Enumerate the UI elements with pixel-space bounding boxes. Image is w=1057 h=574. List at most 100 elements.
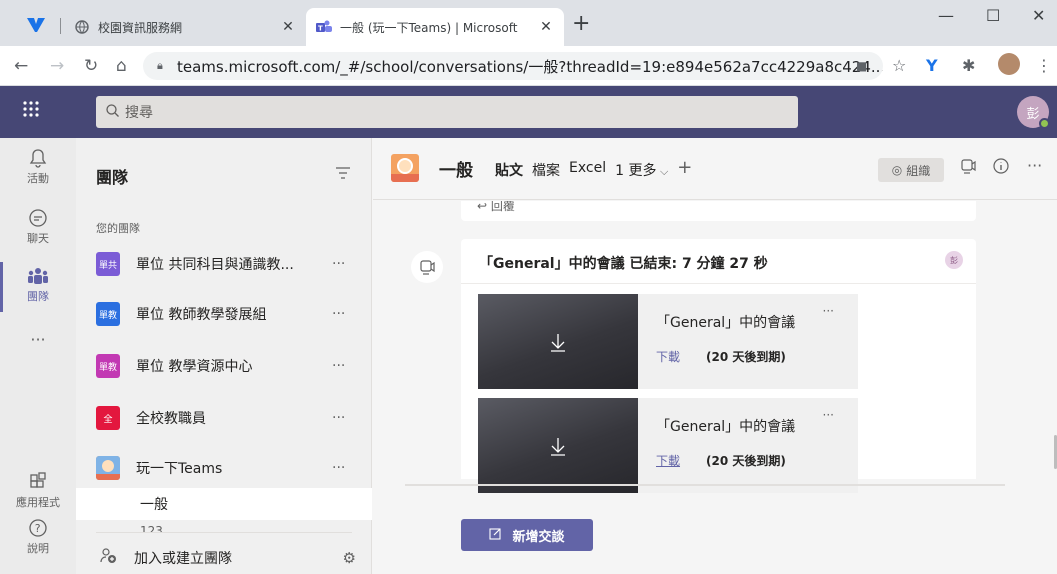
user-avatar[interactable]: 彭 (1017, 96, 1050, 129)
team-row[interactable]: 玩一下Teams ··· (76, 446, 372, 490)
recording-title: 「General」中的會議 (656, 419, 796, 435)
appbar-label: 活動 (27, 172, 49, 185)
tab-posts[interactable]: 貼文 (495, 160, 523, 180)
team-list-panel: 團隊 您的團隊 單共 單位 共同科目與通識教... ··· 單教 單位 教師教學… (76, 138, 372, 574)
join-or-create-team-button[interactable]: 加入或建立團隊 ⚙ (100, 546, 356, 570)
appbar-help[interactable]: ? 說明 (0, 518, 76, 556)
camera-icon[interactable]: ■ (856, 59, 867, 73)
reply-button[interactable]: ↩ 回覆 (477, 201, 515, 214)
browser-toolbar: ← → ↻ ⌂ 🔒︎ teams.microsoft.com/_#/school… (0, 46, 1057, 86)
info-icon[interactable] (993, 158, 1009, 178)
bookmark-star-icon[interactable]: ☆ (892, 56, 906, 75)
team-avatar: 單共 (96, 252, 120, 276)
download-arrow-icon[interactable] (478, 398, 638, 493)
download-arrow-icon[interactable] (478, 294, 638, 389)
filter-icon[interactable] (336, 164, 350, 183)
browser-tab-school[interactable]: 校園資訊服務網 ✕ (64, 8, 306, 46)
more-options-icon[interactable]: ··· (332, 460, 372, 476)
teams-icon (0, 266, 76, 288)
more-options-icon[interactable]: ··· (823, 304, 834, 318)
tab-more-label: 1 更多 (615, 163, 657, 179)
eye-icon: ◎ (891, 163, 903, 177)
appbar-apps[interactable]: 應用程式 (0, 472, 76, 510)
more-options-icon[interactable]: ··· (332, 256, 372, 272)
appbar-teams[interactable]: 團隊 (0, 266, 76, 304)
chevron-down-icon: ⌵ (656, 165, 669, 178)
more-options-icon[interactable]: ··· (332, 306, 372, 322)
recording-card[interactable]: 「General」中的會議 ··· 下載 (20 天後到期) (478, 294, 858, 389)
new-conversation-button[interactable]: 新增交談 (461, 519, 593, 551)
tab-files[interactable]: 檔案 (532, 160, 560, 180)
browser-tab-teams[interactable]: T 一般 (玩一下Teams) | Microsoft ✕ (306, 8, 564, 46)
browser-menu-icon[interactable]: ⋮ (1036, 56, 1052, 75)
maximize-icon[interactable]: ☐ (986, 6, 1000, 25)
more-icon: ··· (30, 330, 46, 349)
globe-icon (74, 19, 90, 35)
help-icon: ? (0, 518, 76, 540)
lock-icon: 🔒︎ (157, 59, 163, 72)
browser-profile-icon[interactable] (26, 16, 46, 34)
team-avatar: 單教 (96, 302, 120, 326)
channel-name: 123 (140, 524, 163, 532)
close-tab-icon[interactable]: ✕ (538, 19, 554, 35)
window-close-icon[interactable]: ✕ (1032, 6, 1045, 25)
app-launcher-icon[interactable] (18, 100, 44, 124)
appbar-activity[interactable]: 活動 (0, 148, 76, 186)
download-link[interactable]: 下載 (656, 348, 680, 365)
appbar-label: 團隊 (27, 290, 49, 303)
team-row[interactable]: 單教 單位 教學資源中心 ··· (76, 344, 372, 388)
more-options-icon[interactable]: ··· (823, 408, 834, 422)
profile-avatar-icon[interactable] (998, 53, 1020, 75)
org-button[interactable]: ◎ 組織 (878, 158, 944, 182)
avatar-initial: 彭 (1026, 106, 1040, 122)
search-icon (106, 103, 119, 121)
add-tab-icon[interactable]: + (677, 159, 692, 180)
team-row[interactable]: 全 全校教職員 ··· (76, 396, 372, 440)
svg-text:?: ? (35, 522, 41, 535)
recording-card[interactable]: 「General」中的會議 ··· 下載 (20 天後到期) (478, 398, 858, 493)
search-input[interactable]: 搜尋 (96, 96, 798, 128)
team-avatar-image (96, 456, 120, 480)
channel-item-general[interactable]: 一般 (76, 488, 372, 520)
extensions-puzzle-icon[interactable]: ✱ (962, 56, 975, 75)
extension-y-icon[interactable]: Y (926, 56, 938, 75)
gear-icon[interactable]: ⚙ (343, 549, 356, 567)
minimize-icon[interactable]: — (938, 6, 954, 25)
teams-header: 搜尋 彭 (0, 86, 1057, 138)
tab-excel[interactable]: Excel (569, 160, 606, 180)
team-name: 單位 教師教學發展組 (136, 307, 267, 323)
teams-logo-icon: T (316, 19, 332, 35)
compose-icon (489, 527, 502, 544)
search-placeholder: 搜尋 (125, 105, 153, 121)
back-icon[interactable]: ← (14, 56, 28, 76)
team-logo-image (391, 154, 419, 182)
team-row[interactable]: 單共 單位 共同科目與通識教... ··· (76, 242, 372, 286)
home-icon[interactable]: ⌂ (116, 56, 127, 76)
appbar-label: 聊天 (27, 232, 49, 245)
more-options-icon[interactable]: ··· (332, 358, 372, 374)
more-options-icon[interactable]: ··· (332, 410, 372, 426)
url-text: teams.microsoft.com/_#/school/conversati… (177, 57, 883, 76)
new-tab-button[interactable]: + (572, 13, 590, 35)
expiry-text: (20 天後到期) (706, 350, 786, 364)
forward-icon[interactable]: → (50, 56, 64, 76)
download-link[interactable]: 下載 (656, 452, 680, 469)
close-tab-icon[interactable]: ✕ (280, 19, 296, 35)
your-teams-heading: 您的團隊 (96, 222, 140, 235)
more-options-icon[interactable]: ··· (1027, 156, 1042, 175)
tab-separator (60, 18, 61, 34)
appbar-label: 應用程式 (16, 496, 60, 509)
reload-icon[interactable]: ↻ (84, 56, 98, 76)
channel-item[interactable]: 123 (76, 520, 372, 532)
address-bar[interactable]: 🔒︎ teams.microsoft.com/_#/school/convers… (143, 52, 883, 80)
appbar-more[interactable]: ··· (0, 330, 76, 349)
participant-avatar: 彭 (945, 251, 963, 269)
meet-now-icon[interactable] (960, 158, 976, 178)
reply-label: 回覆 (490, 201, 515, 213)
tab-more[interactable]: 1 更多 ⌵ (615, 160, 668, 180)
previous-post-card: ↩ 回覆 (461, 201, 976, 221)
conversation-pane: ↩ 回覆 「General」中的會議 已結束: 7 分鐘 27 秒 彭 「Gen… (373, 201, 1057, 574)
team-row[interactable]: 單教 單位 教師教學發展組 ··· (76, 292, 372, 336)
org-label: 組織 (906, 163, 931, 178)
appbar-chat[interactable]: 聊天 (0, 208, 76, 246)
